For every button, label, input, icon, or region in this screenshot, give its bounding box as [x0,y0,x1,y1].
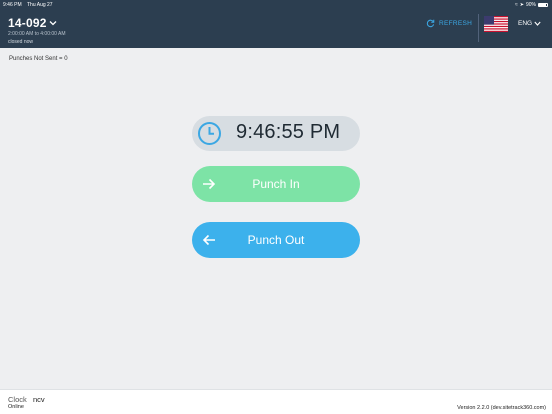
punch-in-button[interactable]: Punch In [192,166,360,202]
language-label: ENG [518,20,533,27]
site-hours: 2:00:00 AM to 4:00:00 AM [8,31,66,37]
punch-out-button[interactable]: Punch Out [192,222,360,258]
site-status: closed now [8,39,34,45]
battery-icon [538,3,548,7]
chevron-down-icon [534,21,541,26]
refresh-button[interactable]: REFRESH [426,19,472,28]
punches-not-sent: Punches Not Sent = 0 [9,56,68,62]
footer: Clock ncv Online Version 2.2.0 (dev.site… [0,389,552,414]
language-selector[interactable]: ENG [518,20,541,27]
status-date: Thu Aug 27 [27,2,53,8]
connection-status: Online [8,404,24,410]
app-version: Version 2.2.0 (dev.sitetrack360.com) [457,405,546,411]
clock-label: Clock [8,395,27,404]
site-id: 14-092 [8,16,47,30]
clock-name: ncv [33,395,45,404]
location-icon: ➤ [519,2,524,8]
wifi-icon: ≈ [515,2,518,8]
current-time: 9:46:55 PM [236,121,341,143]
site-selector[interactable]: 14-092 [8,16,57,30]
header: 14-092 2:00:00 AM to 4:00:00 AM closed n… [0,10,552,48]
status-time: 9:46 PM [3,2,22,8]
refresh-label: REFRESH [439,20,473,27]
clock-icon [198,122,221,145]
us-flag-icon[interactable] [484,16,508,32]
refresh-icon [426,19,435,28]
status-indicators: ≈ ➤ 90% [515,0,548,10]
punch-out-label: Punch Out [247,233,305,247]
chevron-down-icon [49,21,57,26]
punch-in-label: Punch In [252,177,300,191]
header-divider [478,14,479,42]
status-bar: 9:46 PM Thu Aug 27 ≈ ➤ 90% [0,0,552,10]
battery-percent: 90% [525,2,536,8]
clock-display: 9:46:55 PM [192,116,360,151]
